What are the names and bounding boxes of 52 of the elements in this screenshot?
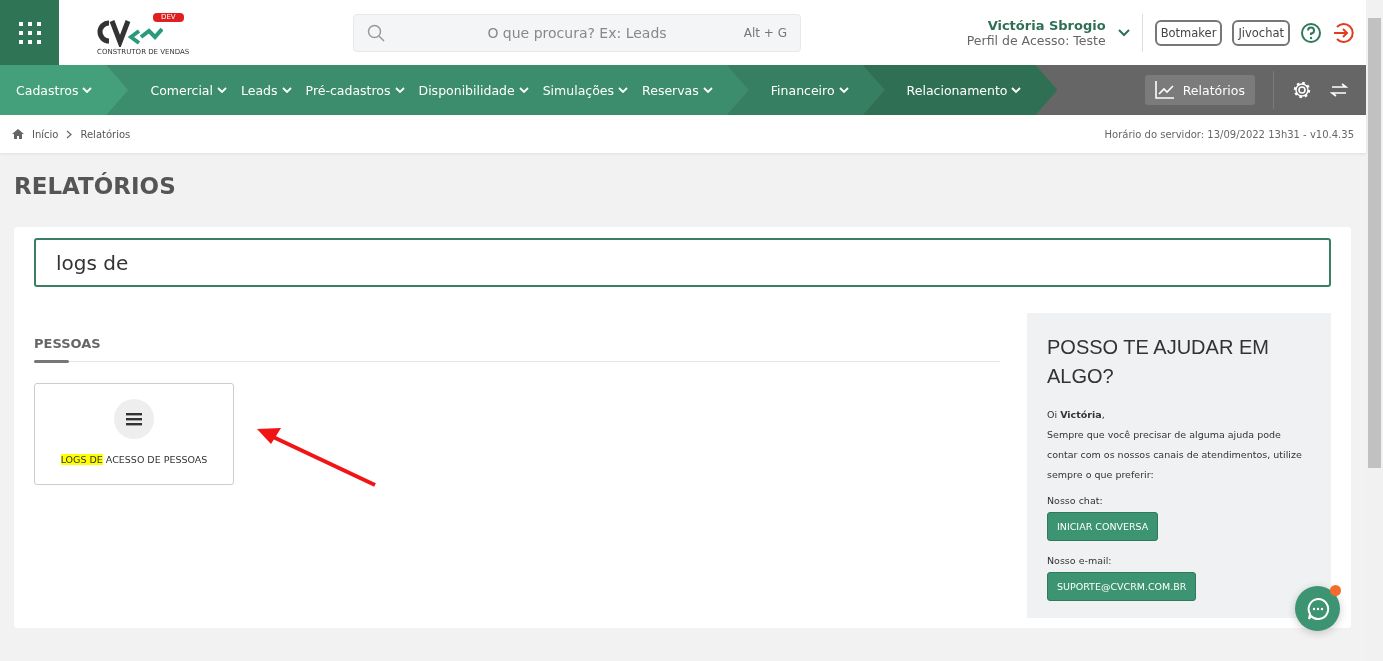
list-icon [114, 399, 154, 439]
chevron-down-icon [838, 86, 849, 94]
integration-button[interactable]: Jivochat [1232, 19, 1290, 46]
help-icon[interactable] [1300, 21, 1322, 44]
breadcrumb-link[interactable]: Início [32, 128, 59, 140]
help-title: POSSO TE AJUDAR EM ALGO? [1047, 335, 1270, 389]
chevron-down-icon [82, 86, 93, 94]
chevron-down-icon [618, 86, 629, 94]
swap-icon[interactable] [1330, 83, 1348, 97]
search-icon [367, 23, 385, 42]
line-chart-icon [1154, 81, 1175, 99]
nav-menu-item[interactable]: Comercial [144, 82, 233, 98]
nav-menu-item[interactable]: Cadastros [10, 82, 99, 98]
integration-button[interactable]: Botmaker [1154, 19, 1223, 46]
nav-menu-item[interactable]: Disponibilidade [412, 82, 535, 98]
server-time: Horário do servidor: 13/09/2022 13h31 - v10.4.35 [1104, 128, 1354, 140]
chevron-down-icon [702, 86, 713, 94]
user-name: Victória Sbrogio [987, 17, 1106, 33]
chevron-down-icon [394, 86, 405, 94]
nav-menu-item[interactable]: Relacionamento [900, 82, 1028, 98]
help-text: Sempre que você precisar de alguma ajuda pode contar com os nossos canais de atendimentos, utilize sempre o que preferir: [1047, 428, 1303, 482]
help-greeting: Oi Victória, [1047, 408, 1106, 422]
chevron-down-icon[interactable] [1117, 28, 1130, 37]
email-button[interactable]: SUPORTE@CVCRM.COM.BR [1047, 572, 1197, 601]
nav-menu-item[interactable]: Financeiro [764, 82, 855, 98]
page-title: RELATÓRIOS [14, 173, 177, 199]
report-search-field[interactable]: logs de [34, 238, 1331, 287]
nav-menu-item[interactable]: Pré-cadastros [299, 82, 411, 98]
report-card[interactable]: LOGS DE ACESSO DE PESSOAS [34, 383, 234, 485]
chevron-down-icon [1011, 86, 1022, 94]
settings-icon[interactable] [1292, 80, 1312, 100]
breadcrumb-link[interactable]: Relatórios [80, 128, 131, 140]
chevron-down-icon [281, 86, 292, 94]
chevron-down-icon [217, 86, 227, 94]
chat-label: Nosso chat: [1047, 494, 1104, 508]
home-icon [12, 129, 24, 139]
nav-menu-item[interactable]: Leads [235, 82, 298, 98]
user-profile: Perfil de Acesso: Teste [966, 32, 1106, 48]
reports-button[interactable]: Relatórios [1144, 75, 1255, 105]
start-chat-button[interactable]: INICIAR CONVERSA [1047, 512, 1159, 541]
shortcut-hint: Alt + G [743, 25, 787, 40]
section-title: PESSOAS [34, 336, 101, 351]
grid-icon [17, 20, 42, 45]
nav-menu-item[interactable]: Reservas [636, 82, 719, 98]
logout-icon[interactable] [1332, 21, 1354, 44]
nav-menu-item[interactable]: Simulações [536, 82, 635, 98]
chat-bubble-icon [1305, 596, 1330, 621]
apps-menu-button[interactable] [0, 0, 59, 65]
email-label: Nosso e-mail: [1047, 554, 1113, 568]
chevron-right-icon [66, 129, 73, 139]
report-title: LOGS DE ACESSO DE PESSOAS [60, 454, 208, 465]
chevron-down-icon [518, 86, 529, 94]
